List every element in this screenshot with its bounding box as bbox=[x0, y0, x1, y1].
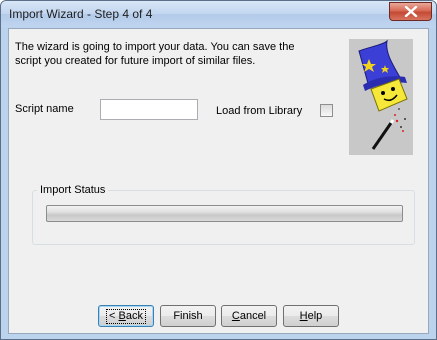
close-button[interactable] bbox=[389, 2, 432, 21]
import-progress-bar bbox=[46, 205, 403, 222]
window-title: Import Wizard - Step 4 of 4 bbox=[9, 7, 153, 21]
wizard-content: The wizard is going to import your data.… bbox=[8, 28, 429, 334]
wizard-icon bbox=[349, 39, 413, 155]
title-bar[interactable]: Import Wizard - Step 4 of 4 bbox=[1, 1, 436, 27]
cancel-button[interactable]: Cancel bbox=[221, 305, 277, 327]
finish-button[interactable]: Finish bbox=[160, 305, 216, 327]
import-status-title: Import Status bbox=[37, 184, 109, 196]
load-from-library-label: Load from Library bbox=[216, 105, 303, 117]
load-from-library-checkbox[interactable] bbox=[320, 104, 333, 117]
script-name-input[interactable] bbox=[100, 99, 198, 120]
close-icon bbox=[404, 6, 418, 17]
intro-text: The wizard is going to import your data.… bbox=[15, 41, 295, 67]
back-button[interactable]: < Back bbox=[98, 305, 154, 327]
script-name-label: Script name bbox=[15, 103, 74, 115]
import-wizard-window: Import Wizard - Step 4 of 4 The wizard i… bbox=[0, 0, 437, 340]
help-button[interactable]: Help bbox=[283, 305, 339, 327]
